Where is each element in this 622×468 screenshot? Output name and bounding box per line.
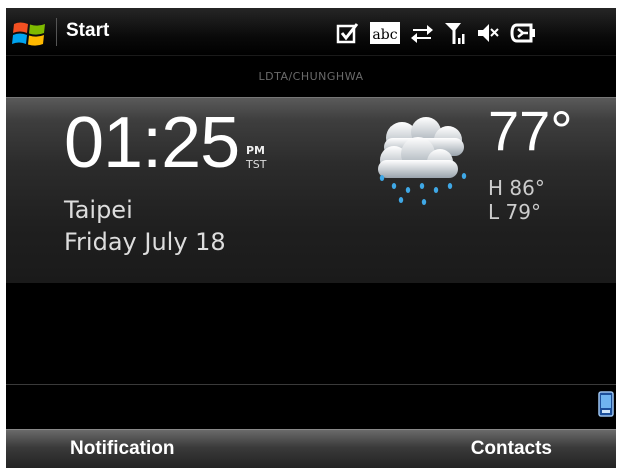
softkey-bar: Notification Contacts — [6, 429, 616, 468]
weather-low: L 79° — [488, 200, 541, 224]
speaker-muted-icon[interactable] — [476, 20, 500, 46]
home-lower-area — [6, 283, 616, 429]
clock-city: Taipei — [64, 196, 133, 224]
battery-icon[interactable] — [509, 20, 537, 46]
divider — [6, 384, 616, 385]
start-label[interactable]: Start — [66, 20, 109, 42]
phone-screen: Start abc LDTA/CHUNGHWA 01:25 PM TST Tai… — [6, 8, 616, 468]
title-bar: Start abc — [6, 8, 616, 55]
clock-timezone: TST — [246, 158, 267, 171]
checkbox-icon[interactable] — [336, 20, 360, 46]
abc-input-icon[interactable]: abc — [369, 20, 401, 46]
operator-bar: LDTA/CHUNGHWA — [6, 55, 616, 98]
svg-text:abc: abc — [372, 27, 397, 43]
clock-ampm: PM — [246, 144, 266, 157]
status-icons: abc — [336, 18, 537, 48]
home-clock-weather-panel[interactable]: 01:25 PM TST Taipei Friday July 18 77° H… — [6, 97, 616, 284]
title-separator — [56, 18, 57, 46]
windows-flag-icon[interactable] — [10, 18, 50, 50]
signal-strength-icon[interactable] — [443, 20, 467, 46]
clock-date[interactable]: Friday July 18 — [64, 228, 226, 256]
data-transfer-icon[interactable] — [410, 20, 434, 46]
softkey-notification[interactable]: Notification — [70, 438, 175, 460]
softkey-contacts[interactable]: Contacts — [471, 438, 552, 460]
operator-name: LDTA/CHUNGHWA — [258, 70, 364, 83]
rain-cloud-icon[interactable] — [364, 116, 484, 208]
weather-high: H 86° — [488, 176, 545, 200]
device-icon[interactable] — [598, 391, 614, 417]
clock-time[interactable]: 01:25 — [64, 102, 240, 184]
weather-temperature[interactable]: 77° — [488, 98, 573, 163]
